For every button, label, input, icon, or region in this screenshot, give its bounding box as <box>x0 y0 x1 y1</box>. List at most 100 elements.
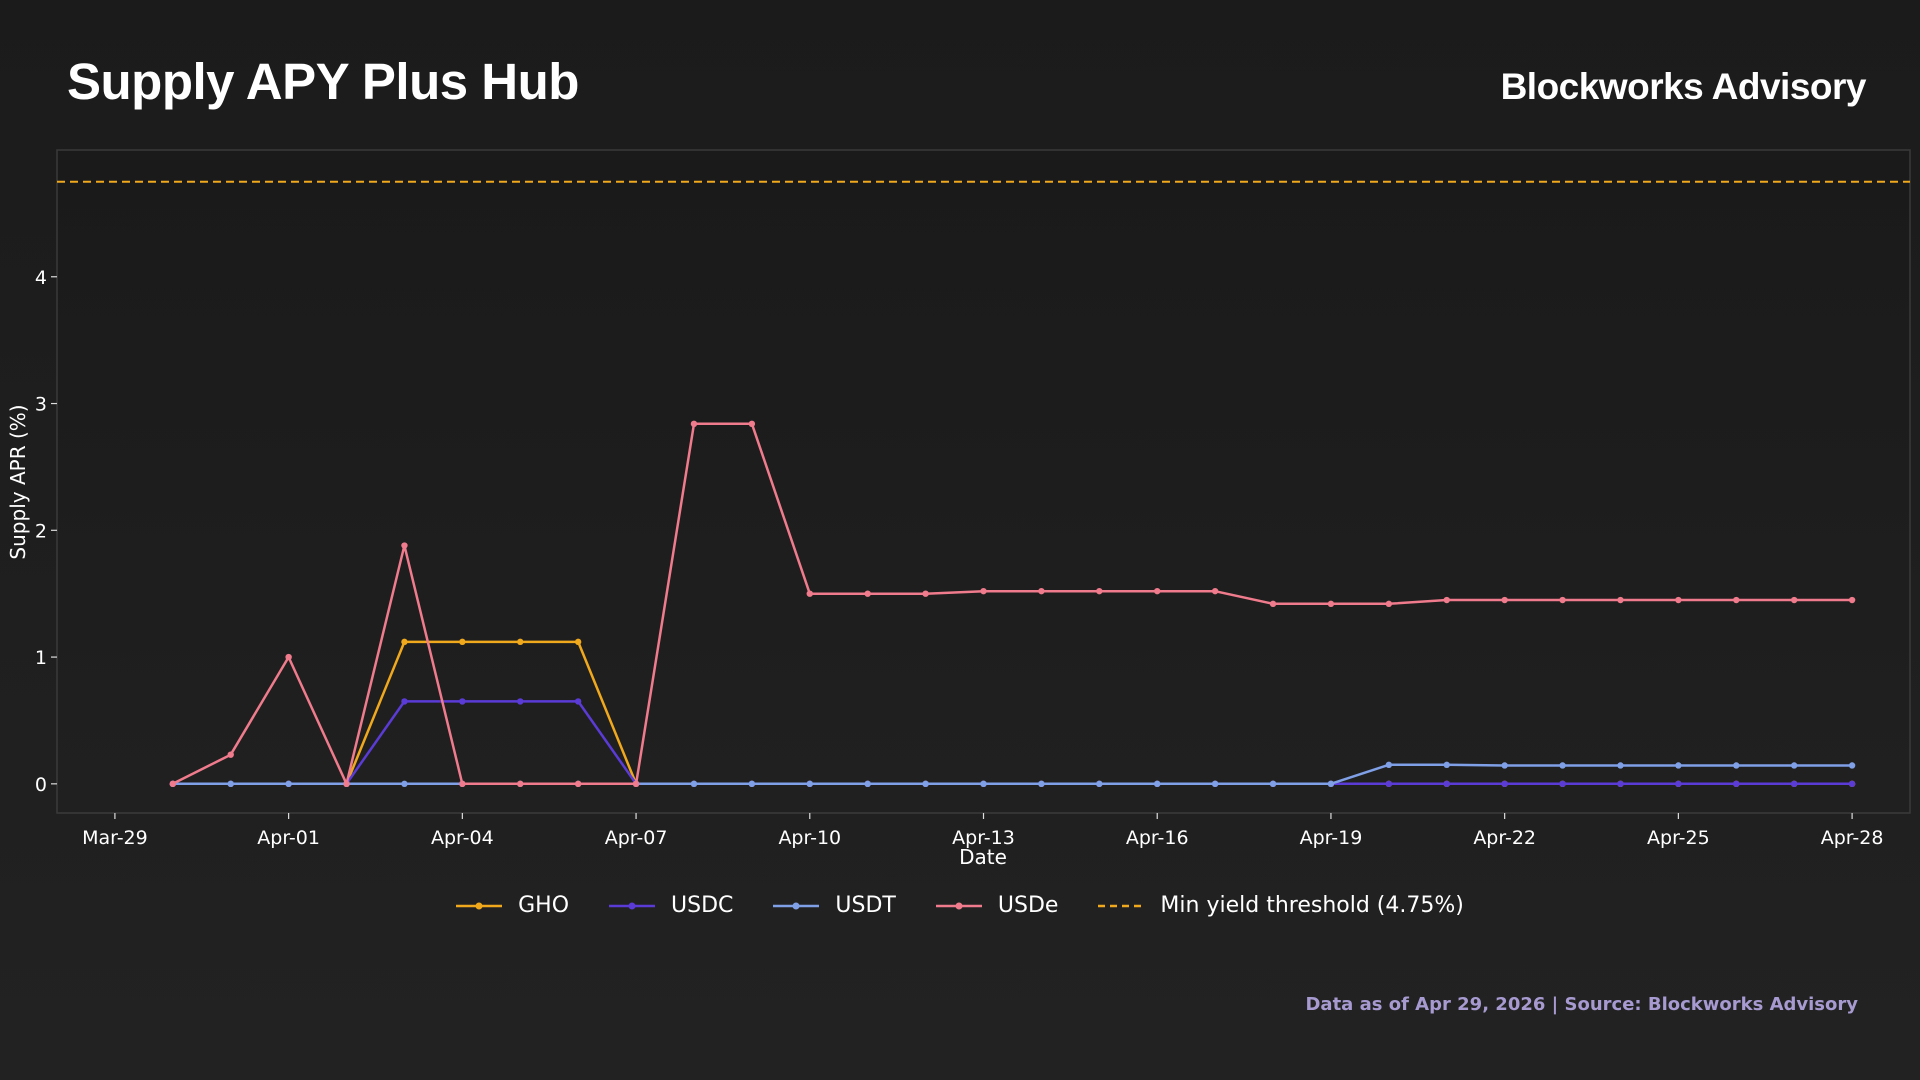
x-tick-label: Apr-07 <box>605 827 668 849</box>
data-point-usdt <box>1154 780 1161 788</box>
data-point-usde <box>401 542 408 549</box>
data-point-usdc <box>574 698 582 705</box>
x-axis-label: Date <box>959 845 1007 869</box>
data-point-usde <box>806 590 813 597</box>
legend-label: GHO <box>518 893 570 918</box>
data-point-usdt <box>227 780 234 788</box>
data-point-usdt <box>1501 762 1508 769</box>
data-point-usdt <box>1327 780 1335 788</box>
data-point-usdc <box>517 698 524 705</box>
chart-legend: GHO USDC USDT USDe Min yield threshold (4.75… <box>0 893 1920 918</box>
data-point-usde <box>1617 596 1624 604</box>
data-point-usde <box>1211 587 1219 595</box>
legend-swatch <box>456 902 503 909</box>
legend-label: USDC <box>671 893 734 918</box>
data-point-usdt <box>980 780 987 788</box>
data-point-usde <box>343 780 350 788</box>
data-point-usdt <box>1790 762 1798 769</box>
x-tick-label: Apr-04 <box>431 827 494 849</box>
data-point-usde <box>1038 587 1045 595</box>
x-tick-label: Apr-10 <box>778 827 841 849</box>
data-point-usdc <box>1385 780 1393 788</box>
data-point-usdt <box>1559 762 1566 769</box>
data-point-usde <box>1733 596 1740 604</box>
data-point-usde <box>1501 596 1508 604</box>
data-point-usde <box>1443 596 1450 604</box>
data-point-usdt <box>1733 762 1740 769</box>
data-point-usdt <box>401 780 408 788</box>
data-point-usde <box>1790 596 1798 604</box>
legend-item: Min yield threshold (4.75%) <box>1098 893 1464 918</box>
data-point-gho <box>574 638 582 646</box>
data-point-usde <box>980 587 987 595</box>
data-point-usdt <box>1096 780 1103 788</box>
x-tick-label: Apr-25 <box>1647 827 1710 849</box>
data-point-gho <box>517 638 524 646</box>
data-point-gho <box>401 638 408 646</box>
y-axis-label: Supply APR (%) <box>6 404 30 559</box>
data-point-usdc <box>459 698 466 705</box>
data-point-usdc <box>1617 780 1624 788</box>
data-point-usdt <box>806 780 813 788</box>
data-point-usdt <box>1269 780 1277 788</box>
data-point-usdt <box>748 780 756 788</box>
data-point-usdt <box>922 780 929 788</box>
legend-label: USDT <box>835 893 896 918</box>
data-point-usdc <box>1790 780 1798 788</box>
x-tick-label: Apr-16 <box>1126 827 1189 849</box>
data-point-usde <box>1385 600 1393 608</box>
data-point-usde <box>864 590 871 597</box>
data-point-gho <box>459 638 466 646</box>
legend-swatch <box>773 902 820 909</box>
data-point-usde <box>1327 600 1335 608</box>
legend-label: USDe <box>997 893 1059 918</box>
data-point-usdt <box>1675 762 1682 769</box>
legend-swatch <box>609 902 656 909</box>
data-point-usde <box>227 751 234 758</box>
data-point-usdc <box>1675 780 1682 788</box>
data-point-usde <box>1096 587 1103 595</box>
data-point-usdt <box>690 780 698 788</box>
x-tick-label: Apr-28 <box>1821 827 1884 849</box>
x-tick-label: Apr-22 <box>1473 827 1536 849</box>
legend-swatch <box>1098 904 1145 907</box>
data-point-usdt <box>1443 761 1450 769</box>
data-point-usde <box>922 590 929 597</box>
y-tick-label: 0 <box>35 774 47 796</box>
data-point-usde <box>169 780 177 788</box>
chart: Mar-29 Apr-01 Apr-04 Apr-07 Apr-10 Apr-13 Apr-… <box>6 149 1911 869</box>
source-note: Data as of Apr 29, 2026 | Source: Blockw… <box>1305 994 1858 1015</box>
data-point-usdt <box>1038 780 1045 788</box>
data-point-usdc <box>1733 780 1740 788</box>
data-point-usde <box>1154 587 1161 595</box>
legend-swatch <box>935 902 982 909</box>
data-point-usde <box>517 780 524 788</box>
y-tick-label: 4 <box>35 267 47 289</box>
data-point-usde <box>459 780 466 788</box>
x-tick-label: Apr-19 <box>1300 827 1363 849</box>
data-point-usdt <box>1848 762 1856 769</box>
data-point-usdc <box>1443 780 1450 788</box>
data-point-usdt <box>1211 780 1219 788</box>
legend-item: USDe <box>935 893 1059 918</box>
plot-area <box>56 149 1911 814</box>
data-point-usde <box>690 420 698 428</box>
data-point-usdc <box>1559 780 1566 788</box>
legend-item: USDC <box>609 893 733 918</box>
data-point-usde <box>1675 596 1682 604</box>
y-tick-label: 2 <box>35 520 47 542</box>
data-point-usde <box>574 780 582 788</box>
legend-item: USDT <box>773 893 896 918</box>
data-point-usde <box>285 653 292 661</box>
legend-item: GHO <box>456 893 569 918</box>
data-point-usdc <box>401 698 408 705</box>
legend-label: Min yield threshold (4.75%) <box>1160 893 1464 918</box>
x-tick-label: Apr-01 <box>257 827 320 849</box>
data-point-usdt <box>1385 761 1393 769</box>
data-point-usdc <box>1501 780 1508 788</box>
data-point-usdt <box>864 780 871 788</box>
data-point-usde <box>632 780 640 788</box>
data-point-usde <box>1848 596 1856 604</box>
y-tick-label: 1 <box>35 647 47 669</box>
x-tick-label: Mar-29 <box>82 827 148 849</box>
